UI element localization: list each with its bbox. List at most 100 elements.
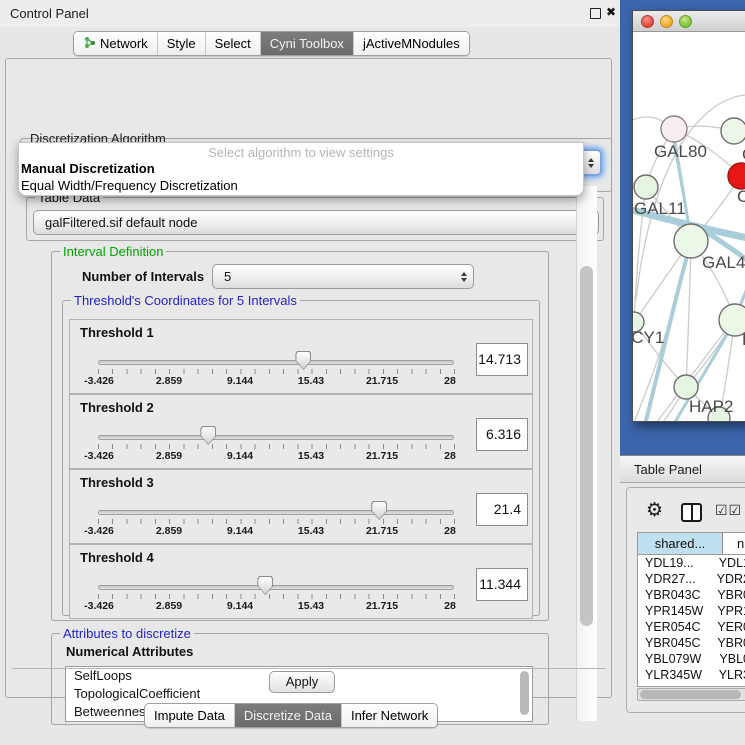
threshold-label: Threshold 1 [80,325,154,340]
tab-label: Impute Data [154,708,225,723]
threshold-value-field[interactable]: 11.344 [476,568,528,601]
threshold-slider[interactable] [98,585,454,590]
algorithm-dropdown-popup: Select algorithm to view settings Manual… [18,142,584,196]
tick-label: 28 [444,450,456,462]
threshold-slider[interactable] [98,435,454,440]
tab-style[interactable]: Style [157,32,205,55]
thresholds-group-title: Threshold's Coordinates for 5 Intervals [71,293,300,308]
tick-label: 28 [444,375,456,387]
network-graph: GAL80 G C GAL11 GAL4 GCY1 H HAP2 [633,32,745,421]
number-of-intervals-value: 5 [224,269,231,284]
panel-scrollbar-thumb[interactable] [580,266,593,626]
tab-select[interactable]: Select [205,32,260,55]
table-data-combo[interactable]: galFiltered.sif default node [33,210,599,235]
apply-button[interactable]: Apply [269,671,335,693]
minimize-traffic-icon[interactable] [660,15,673,28]
number-of-intervals-label: Number of Intervals [82,269,204,284]
table-row[interactable]: YBR043CYBR0 [638,587,745,603]
tab-label: Infer Network [351,708,428,723]
tick-label: -3.426 [84,375,114,387]
tab-label: Network [100,36,148,51]
tick-label: 9.144 [227,600,253,612]
threshold-row: Threshold 2 -3.426 2.859 9.144 15.43 21.… [69,394,533,469]
table-panel-titlebar: Table Panel [620,455,745,483]
slider-thumb[interactable] [295,351,311,370]
tab-jactivemnodules[interactable]: jActiveMNodules [353,32,469,55]
zoom-traffic-icon[interactable] [679,15,692,28]
popup-option-manual[interactable]: Manual Discretization [21,161,155,176]
slider-thumb[interactable] [257,576,273,595]
node-gal11[interactable] [634,175,658,199]
close-traffic-icon[interactable] [641,15,654,28]
tab-network[interactable]: Network [74,32,157,55]
tab-impute-data[interactable]: Impute Data [145,704,234,727]
table-row[interactable]: YBR045CYBR0 [638,635,745,651]
table-row[interactable]: YDR27...YDR2 [638,571,745,587]
network-window-titlebar[interactable] [633,11,745,32]
node-label: GAL80 [654,142,707,161]
node-gal80[interactable] [661,116,687,142]
interval-definition-group: Interval Definition Number of Intervals … [51,251,549,621]
threshold-value-field[interactable]: 14.713 [476,343,528,376]
node-label: C [737,187,745,206]
table-row[interactable]: YBL079WYBL0 [638,651,745,667]
table-row[interactable]: YLR345WYLR3 [638,667,745,683]
node-partial-top[interactable] [721,118,745,144]
slider-thumb[interactable] [200,426,216,445]
list-scrollbar-thumb[interactable] [520,671,529,715]
threshold-slider[interactable] [98,510,454,515]
cyni-toolbox-panel: Discretization Algorithm Select algorith… [5,58,612,698]
table-hscrollbar-thumb[interactable] [640,690,741,699]
slider-thumb[interactable] [371,501,387,520]
close-icon[interactable]: ✖ [606,5,616,19]
combo-stepper-icon [454,265,473,288]
node-label: GAL11 [634,199,686,218]
popup-hint: Select algorithm to view settings [19,145,583,160]
node-hap2[interactable] [674,375,698,399]
divider [12,668,606,669]
checkbox-icons[interactable]: ☑☑ [715,503,742,519]
table-row[interactable]: YDL19...YDL1 [638,555,745,571]
table-data-value: galFiltered.sif default node [45,215,197,230]
split-view-icon[interactable] [681,503,702,522]
table-row[interactable]: YPR145WYPR1 [638,603,745,619]
table-row[interactable]: YIL052CYIL0 [638,683,745,687]
cyni-bottom-tabs: Impute Data Discretize Data Infer Networ… [144,703,438,728]
tick-label: -3.426 [84,450,114,462]
threshold-slider[interactable] [98,360,454,365]
node-attribute-table[interactable]: shared... n YDL19...YDL1 YDR27...YDR2 YB… [637,532,745,687]
tab-cyni-toolbox[interactable]: Cyni Toolbox [260,32,353,55]
network-tab-icon [83,36,96,52]
panel-scrollbar-track[interactable] [576,186,597,721]
table-row[interactable]: YER054CYER0 [638,619,745,635]
interval-definition-title: Interval Definition [60,244,166,259]
threshold-value-field[interactable]: 21.4 [476,493,528,526]
float-window-icon[interactable] [590,8,601,19]
slider-ticks [98,369,455,374]
threshold-value-field[interactable]: 6.316 [476,418,528,451]
tick-label: 28 [444,525,456,537]
tick-label: 15.43 [298,525,324,537]
column-header-shared-name[interactable]: shared... [638,533,723,554]
control-panel-tabs: Network Style Select Cyni Toolbox jActiv… [73,31,470,56]
tab-label: jActiveMNodules [363,36,460,51]
number-of-intervals-combo[interactable]: 5 [212,264,474,289]
gear-icon[interactable]: ⚙ [646,499,663,521]
threshold-label: Threshold 3 [80,475,154,490]
tick-label: 9.144 [227,525,253,537]
column-header-name[interactable]: n [723,533,745,554]
tick-label: 21.715 [366,600,398,612]
threshold-row: Threshold 1 -3.426 2.859 9.144 15.43 21.… [69,319,533,394]
tab-discretize-data[interactable]: Discretize Data [234,704,341,727]
tab-infer-network[interactable]: Infer Network [341,704,437,727]
popup-option-equal-width[interactable]: Equal Width/Frequency Discretization [21,178,238,193]
node-label: GCY1 [633,328,664,347]
tick-label: 21.715 [366,375,398,387]
thresholds-group: Threshold's Coordinates for 5 Intervals … [62,300,540,616]
attributes-group-title: Attributes to discretize [60,626,194,641]
network-canvas[interactable]: GAL80 G C GAL11 GAL4 GCY1 H HAP2 [633,32,745,421]
tab-label: Style [167,36,196,51]
threshold-label: Threshold 4 [80,550,154,565]
table-hscrollbar[interactable] [637,688,745,701]
slider-ticks [98,444,455,449]
